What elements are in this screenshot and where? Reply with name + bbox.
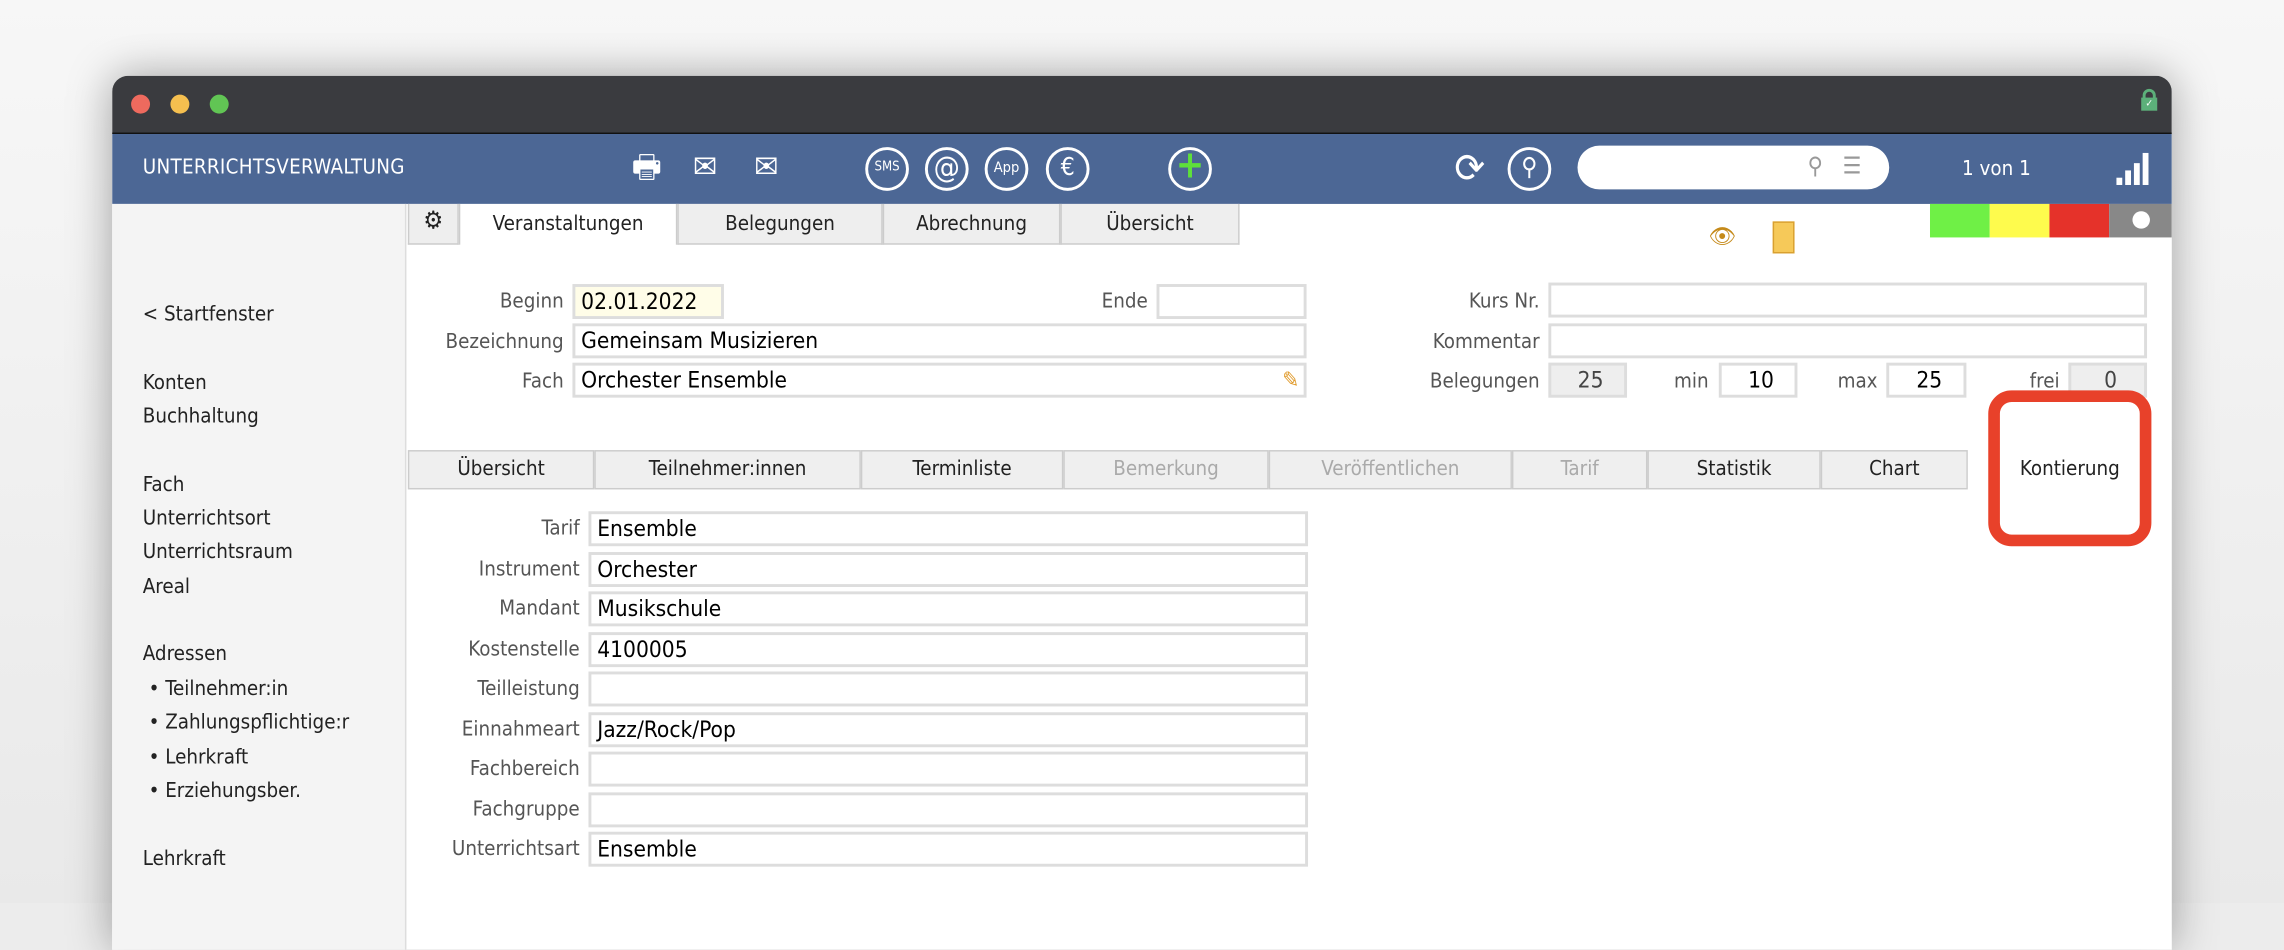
sms-icon[interactable]: SMS bbox=[865, 147, 909, 191]
kontierung-field-tarif[interactable]: Ensemble bbox=[588, 511, 1309, 547]
eye-icon[interactable]: 👁 bbox=[1709, 223, 1737, 249]
gear-icon[interactable]: ⚙ bbox=[407, 203, 459, 245]
kontierung-label: Tarif bbox=[541, 517, 580, 541]
kontierung-label: Instrument bbox=[478, 557, 580, 581]
bezeichnung-field[interactable]: Gemeinsam Musizieren bbox=[572, 323, 1307, 359]
max-label: max bbox=[1837, 369, 1878, 394]
record-counter: 1 von 1 bbox=[1962, 157, 2031, 181]
tab-abrechnung[interactable]: Abrechnung bbox=[882, 203, 1061, 245]
list-icon[interactable]: ☰ bbox=[1843, 151, 1862, 179]
kommentar-label: Kommentar bbox=[1432, 330, 1540, 354]
kontierung-field-kostenstelle[interactable]: 4100005 bbox=[588, 631, 1309, 667]
minimize-window-button[interactable] bbox=[170, 94, 190, 114]
sidebar-item-erziehungsber[interactable]: • Erziehungsber. bbox=[149, 779, 301, 802]
fach-value: Orchester Ensemble bbox=[581, 367, 788, 394]
lock-icon: ✓ bbox=[2141, 88, 2158, 111]
kontierung-field-einnahmeart[interactable]: Jazz/Rock/Pop bbox=[588, 711, 1309, 747]
printer-icon[interactable]: 🖶 bbox=[622, 147, 672, 191]
mail-icon[interactable]: ✉ bbox=[680, 147, 730, 191]
bezeichnung-label: Bezeichnung bbox=[445, 330, 564, 354]
sidebar-item-areal[interactable]: Areal bbox=[143, 575, 190, 598]
kontierung-field-instrument[interactable]: Orchester bbox=[588, 551, 1309, 587]
kontierung-label: Fachgruppe bbox=[472, 797, 580, 821]
at-icon[interactable]: @ bbox=[924, 147, 969, 191]
sidebar-item-lehrkraft[interactable]: Lehrkraft bbox=[143, 848, 226, 871]
subtab-tarif[interactable]: Tarif bbox=[1511, 450, 1648, 490]
status-green[interactable] bbox=[1929, 203, 1990, 238]
subtab-bemerkung[interactable]: Bemerkung bbox=[1063, 450, 1269, 490]
title-bar: ✓ bbox=[112, 75, 2172, 135]
kontierung-label: Teilleistung bbox=[477, 677, 580, 701]
note-icon[interactable] bbox=[1772, 221, 1795, 254]
highlight-annotation bbox=[1988, 390, 2152, 547]
search-small-icon: ⚲ bbox=[1807, 151, 1824, 180]
sidebar-back-startfenster[interactable]: < Startfenster bbox=[143, 303, 274, 326]
zoom-window-button[interactable] bbox=[209, 94, 229, 114]
euro-icon[interactable]: € bbox=[1045, 147, 1090, 191]
sidebar-item-konten[interactable]: Konten bbox=[143, 371, 207, 394]
kommentar-field[interactable] bbox=[1548, 323, 2148, 359]
sidebar-item-teilnehmer[interactable]: • Teilnehmer:in bbox=[149, 677, 289, 700]
sidebar: < Startfenster Konten Buchhaltung Fach U… bbox=[112, 203, 407, 950]
subtab-chart[interactable]: Chart bbox=[1820, 450, 1968, 490]
fach-field[interactable]: Orchester Ensemble ✎ bbox=[572, 362, 1307, 398]
app-icon[interactable]: App bbox=[984, 147, 1029, 191]
kontierung-label: Fachbereich bbox=[469, 757, 580, 781]
sidebar-item-zahlungspflichtige[interactable]: • Zahlungspflichtige:r bbox=[149, 711, 350, 734]
ende-label: Ende bbox=[1101, 289, 1148, 314]
min-label: min bbox=[1673, 369, 1709, 394]
plus-icon[interactable]: + bbox=[1168, 147, 1212, 191]
sidebar-item-adressen[interactable]: Adressen bbox=[143, 642, 227, 665]
kontierung-field-unterrichtsart[interactable]: Ensemble bbox=[588, 831, 1309, 867]
status-yellow[interactable] bbox=[1989, 203, 2050, 238]
status-gray[interactable] bbox=[2109, 203, 2172, 238]
kursnr-field[interactable] bbox=[1548, 282, 2148, 318]
sidebar-item-unterrichtsraum[interactable]: Unterrichtsraum bbox=[143, 540, 293, 563]
status-red[interactable] bbox=[2049, 203, 2110, 238]
search-input[interactable]: ⚲ ☰ bbox=[1577, 145, 1890, 190]
sidebar-item-buchhaltung[interactable]: Buchhaltung bbox=[143, 405, 259, 428]
sidebar-item-lehrkraft-adresse[interactable]: • Lehrkraft bbox=[149, 746, 249, 769]
subtab-übersicht[interactable]: Übersicht bbox=[407, 450, 595, 490]
sidebar-item-fach[interactable]: Fach bbox=[143, 473, 185, 496]
fach-label: Fach bbox=[522, 369, 564, 394]
beginn-field[interactable]: 02.01.2022 bbox=[572, 284, 724, 319]
app-window: ✓ UNTERRICHTSVERWALTUNG 🖶 ✉ ✉ SMS @ App … bbox=[112, 75, 2172, 950]
kontierung-field-mandant[interactable]: Musikschule bbox=[588, 591, 1309, 627]
subtab-terminliste[interactable]: Terminliste bbox=[860, 450, 1064, 490]
belegungen-label: Belegungen bbox=[1429, 369, 1540, 394]
kontierung-label: Mandant bbox=[499, 597, 580, 621]
search-icon[interactable]: ⚲ bbox=[1507, 147, 1552, 191]
pencil-icon[interactable]: ✎ bbox=[1282, 366, 1299, 395]
kontierung-field-fachbereich[interactable] bbox=[588, 751, 1309, 787]
tab-belegungen[interactable]: Belegungen bbox=[677, 203, 883, 245]
tab-veranstaltungen[interactable]: Veranstaltungen bbox=[458, 203, 678, 245]
subtab-teilnehmer-innen[interactable]: Teilnehmer:innen bbox=[594, 450, 861, 490]
kontierung-label: Unterrichtsart bbox=[451, 837, 580, 861]
mail-batch-icon[interactable]: ✉ bbox=[741, 147, 791, 191]
tab-uebersicht[interactable]: Übersicht bbox=[1060, 203, 1240, 245]
ende-field[interactable] bbox=[1156, 284, 1307, 319]
app-title: UNTERRICHTSVERWALTUNG bbox=[142, 155, 405, 180]
kontierung-field-teilleistung[interactable] bbox=[588, 671, 1309, 707]
kontierung-label: Einnahmeart bbox=[461, 717, 580, 741]
subtab-statistik[interactable]: Statistik bbox=[1647, 450, 1821, 490]
sidebar-item-unterrichtsort[interactable]: Unterrichtsort bbox=[143, 507, 271, 530]
belegungen-value: 25 bbox=[1548, 362, 1628, 398]
beginn-label: Beginn bbox=[499, 289, 564, 314]
kontierung-field-fachgruppe[interactable] bbox=[588, 791, 1309, 827]
max-field[interactable]: 25 bbox=[1886, 362, 1967, 398]
refresh-icon[interactable]: ⟳ bbox=[1445, 146, 1495, 191]
kursnr-label: Kurs Nr. bbox=[1468, 289, 1540, 314]
close-window-button[interactable] bbox=[131, 94, 151, 114]
toolbar: UNTERRICHTSVERWALTUNG 🖶 ✉ ✉ SMS @ App € … bbox=[112, 134, 2172, 204]
kontierung-label: Kostenstelle bbox=[468, 637, 580, 661]
subtab-veröffentlichen[interactable]: Veröffentlichen bbox=[1268, 450, 1512, 490]
signal-icon bbox=[2116, 152, 2151, 185]
min-field[interactable]: 10 bbox=[1718, 362, 1798, 398]
